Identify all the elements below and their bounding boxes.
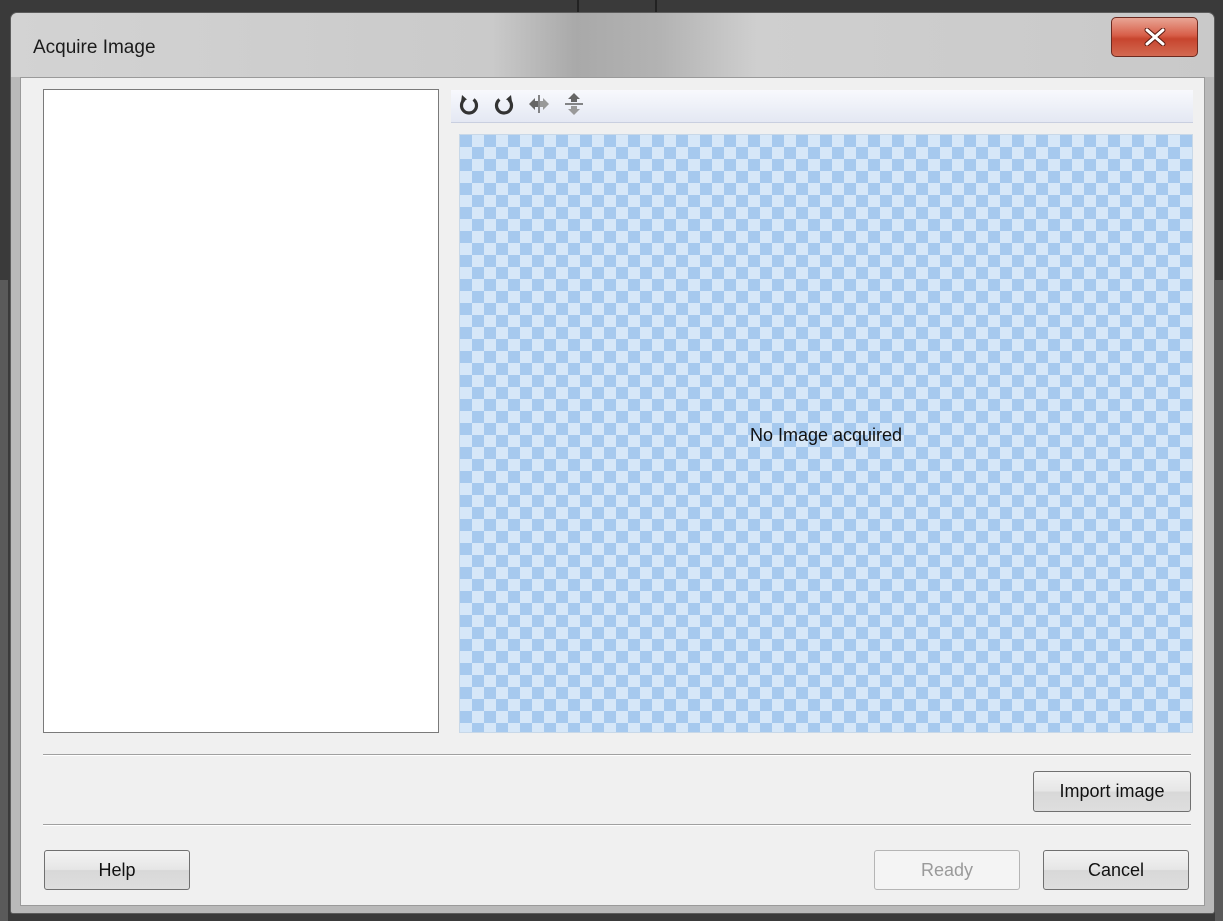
close-button[interactable] [1111, 17, 1198, 57]
dialog-content: No Image acquired Import image Help Read… [20, 77, 1205, 906]
ready-button[interactable]: Ready [874, 850, 1020, 890]
rotate-right-button[interactable] [492, 93, 516, 119]
background-window-edge-left [0, 280, 8, 921]
acquire-image-dialog: Acquire Image No Image acquired Import i… [10, 12, 1215, 914]
rotate-left-button[interactable] [457, 93, 481, 119]
separator [43, 824, 1191, 826]
flip-vertical-button[interactable] [562, 91, 586, 122]
rotate-left-icon [458, 92, 480, 121]
close-x-icon [1144, 28, 1166, 46]
separator [43, 754, 1191, 756]
help-button[interactable]: Help [44, 850, 190, 890]
window-title: Acquire Image [33, 37, 156, 58]
no-image-message: No Image acquired [749, 425, 903, 445]
background-window-edge-right [1215, 280, 1223, 921]
flip-vertical-icon [562, 91, 586, 122]
flip-horizontal-button[interactable] [527, 93, 551, 119]
cancel-button[interactable]: Cancel [1043, 850, 1189, 890]
rotate-right-icon [493, 92, 515, 121]
image-toolbar [451, 90, 1193, 123]
image-preview-area: No Image acquired [459, 134, 1193, 733]
flip-horizontal-icon [527, 92, 551, 121]
import-image-button[interactable]: Import image [1033, 771, 1191, 812]
source-list-panel[interactable] [43, 89, 439, 733]
title-bar[interactable]: Acquire Image [11, 13, 1214, 77]
